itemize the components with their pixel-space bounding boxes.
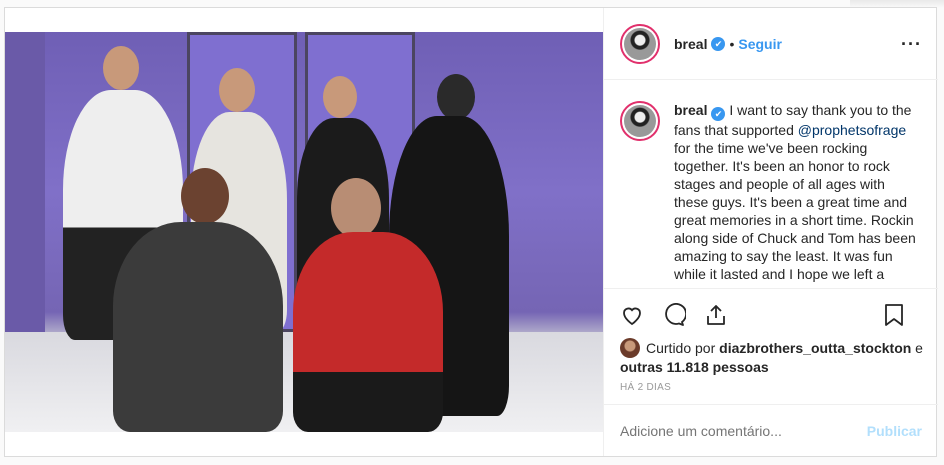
verified-badge-icon: ✔ — [711, 107, 726, 121]
person-figure — [113, 222, 283, 432]
follow-button[interactable]: Seguir — [738, 36, 782, 52]
separator-dot: • — [729, 35, 735, 52]
comments-section: breal ✔ I want to say thank you to the fa… — [604, 81, 938, 288]
person-head — [323, 76, 357, 118]
person-head — [181, 168, 229, 224]
post-photo[interactable] — [5, 32, 603, 432]
post-photo-container — [5, 8, 603, 456]
likes-count[interactable]: outras 11.818 pessoas — [620, 359, 769, 375]
post-card: breal ✔ • Seguir ··· breal ✔ I want to sa… — [4, 7, 938, 457]
post-header: breal ✔ • Seguir ··· — [604, 8, 938, 80]
action-bar — [604, 288, 938, 340]
avatar[interactable] — [620, 23, 660, 64]
person-figure — [293, 232, 443, 432]
caption-avatar[interactable] — [620, 101, 660, 141]
comment-input[interactable] — [620, 422, 867, 439]
mention-link[interactable]: @prophetsofrage — [798, 122, 906, 138]
caption-username[interactable]: breal — [674, 102, 707, 118]
caption-row: breal ✔ I want to say thank you to the fa… — [620, 101, 922, 283]
person-head — [219, 68, 255, 112]
caption: breal ✔ I want to say thank you to the fa… — [674, 101, 922, 283]
heart-icon[interactable] — [618, 301, 646, 329]
person-head — [103, 46, 139, 90]
bookmark-icon[interactable] — [880, 301, 908, 329]
more-options-icon[interactable]: ··· — [901, 34, 922, 55]
liker-username[interactable]: diazbrothers_outta_stockton — [719, 340, 911, 356]
person-head — [437, 74, 475, 120]
publish-button[interactable]: Publicar — [867, 423, 922, 439]
username[interactable]: breal — [674, 36, 707, 52]
person-head — [331, 178, 381, 238]
caption-text: for the time we've been rocking together… — [674, 140, 916, 282]
liked-by: Curtido por diazbrothers_outta_stockton … — [620, 338, 923, 375]
comment-icon[interactable] — [660, 301, 688, 329]
verified-badge-icon: ✔ — [711, 36, 726, 51]
timestamp[interactable]: HÁ 2 DIAS — [620, 382, 671, 393]
post-side-panel: breal ✔ • Seguir ··· breal ✔ I want to sa… — [603, 8, 938, 456]
share-icon[interactable] — [702, 301, 730, 329]
liker-avatar[interactable] — [620, 338, 640, 358]
add-comment-bar: Publicar — [604, 404, 938, 456]
